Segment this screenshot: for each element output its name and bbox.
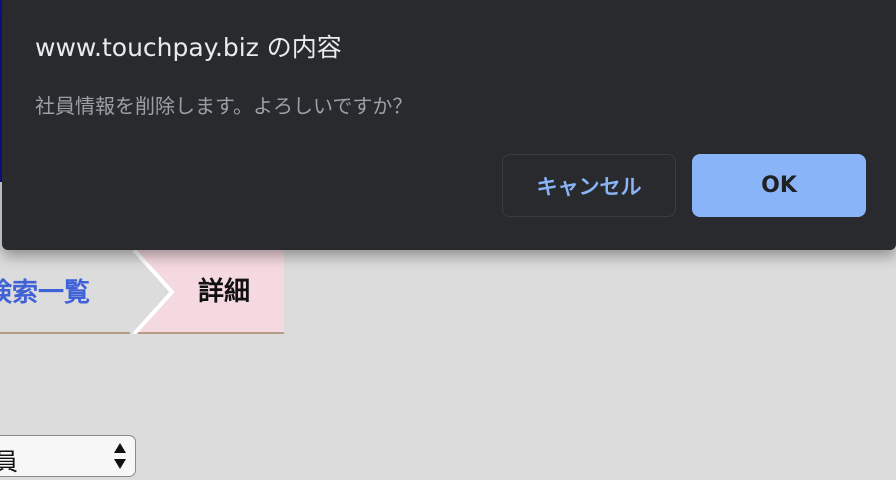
page: 検索一覧 詳細 員 www.touchpay.biz の内容 社員情報を削除しま…: [0, 0, 896, 480]
breadcrumb-item-detail-label: 詳細: [198, 277, 251, 307]
select-chevrons-icon: [114, 443, 126, 469]
dialog-title: www.touchpay.biz の内容: [35, 33, 342, 62]
confirm-dialog: www.touchpay.biz の内容 社員情報を削除します。よろしいですか？…: [2, 0, 896, 250]
ok-button[interactable]: OK: [692, 154, 866, 217]
cancel-button[interactable]: キャンセル: [502, 154, 676, 217]
breadcrumb-item-search-list[interactable]: 検索一覧: [0, 250, 130, 334]
breadcrumb-item-search-list-label[interactable]: 検索一覧: [0, 272, 90, 309]
dialog-message: 社員情報を削除します。よろしいですか？: [35, 94, 413, 118]
employee-type-select-value[interactable]: 員: [0, 442, 18, 477]
breadcrumb-separator-arrow: [132, 250, 175, 334]
